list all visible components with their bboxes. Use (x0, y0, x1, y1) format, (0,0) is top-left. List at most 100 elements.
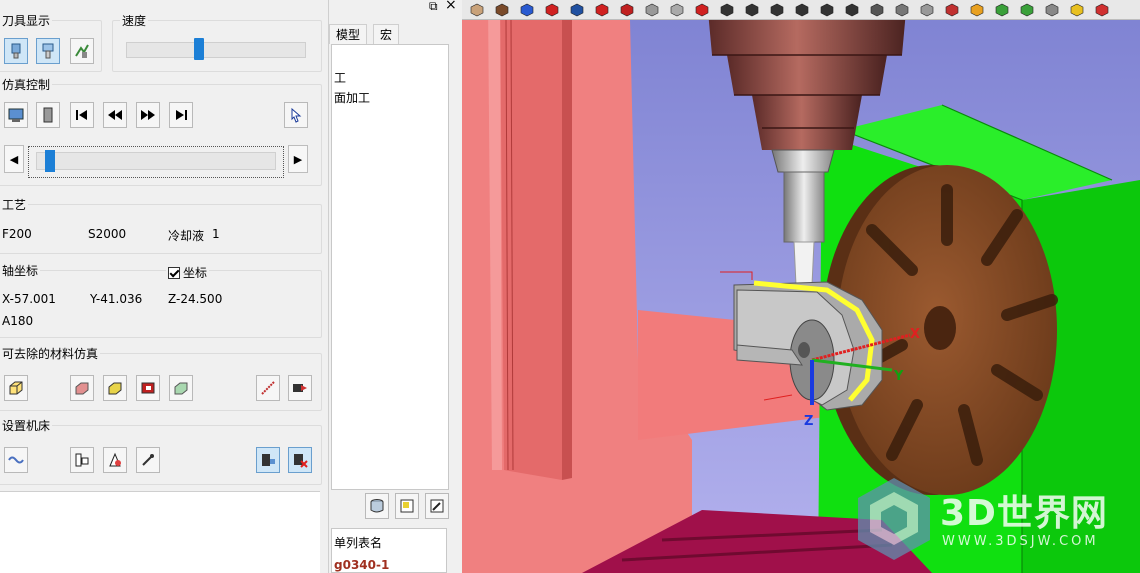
setup-icon (8, 108, 24, 122)
pin-icon[interactable]: ⧉ (429, 0, 438, 14)
tree-item[interactable]: 工 (334, 69, 346, 86)
view-curve-icon (570, 3, 584, 17)
view-back-icon (745, 3, 759, 17)
export-button[interactable] (288, 375, 312, 401)
view-stock-button[interactable] (543, 1, 561, 19)
timeline-slider-thumb[interactable] (44, 150, 55, 172)
tool-shank (783, 171, 825, 243)
step-back-button[interactable] (103, 102, 127, 128)
speed-slider-track[interactable] (126, 42, 306, 58)
stock-button[interactable] (4, 375, 28, 401)
view-wood-button[interactable] (493, 1, 511, 19)
coords-checkbox[interactable]: 坐标 (166, 264, 210, 281)
tool-path-button[interactable] (70, 38, 94, 64)
tool-holder-button[interactable] (4, 38, 28, 64)
view-front-button[interactable] (718, 1, 736, 19)
stock-transparent-button[interactable] (169, 375, 193, 401)
tab-model[interactable]: 模型 (329, 24, 368, 44)
3d-viewport[interactable]: X Y Z 3D世界网 WWW.3DSJW.COM (462, 0, 1140, 573)
mid-toolbar (331, 491, 461, 523)
y-axis-label: Y (893, 369, 904, 384)
view-wire-button[interactable] (893, 1, 911, 19)
view-cube-icon (870, 3, 884, 17)
simulation-panel: 刀具显示 速度 仿真控制 ◀ ▶ 工艺 F200 S2000 冷却液 1 轴坐标… (0, 0, 328, 573)
view-sphere-button[interactable] (943, 1, 961, 19)
kinematics-button[interactable] (4, 447, 28, 473)
view-light-button[interactable] (993, 1, 1011, 19)
view-top-button[interactable] (818, 1, 836, 19)
stock-section-button[interactable] (136, 375, 160, 401)
stock-icon (9, 381, 23, 395)
spindle-mid (727, 55, 887, 95)
list-item[interactable]: g0340-1 (334, 558, 389, 572)
view-move-button[interactable] (1018, 1, 1036, 19)
view-hidden-icon (920, 3, 934, 17)
view-top-icon (820, 3, 834, 17)
view-open-button[interactable] (468, 1, 486, 19)
view-undo-button[interactable] (618, 1, 636, 19)
tool-change-icon (109, 452, 121, 467)
view-curve-button[interactable] (568, 1, 586, 19)
timeline-right-button[interactable]: ▶ (288, 145, 308, 173)
setup-button[interactable] (4, 102, 28, 128)
view-reset-button[interactable] (668, 1, 686, 19)
view-left-button[interactable] (768, 1, 786, 19)
machine-config-button[interactable] (70, 447, 94, 473)
view-fit-button[interactable] (1043, 1, 1061, 19)
view-bottom-button[interactable] (843, 1, 861, 19)
model-tree-panel: ⧉ × 模型 宏 工 面加工 单列表名 g0340-1 (328, 0, 462, 573)
view-hidden-button[interactable] (918, 1, 936, 19)
view-2d-button[interactable] (593, 1, 611, 19)
cursor-button[interactable] (284, 102, 308, 128)
machine-setup-title: 设置机床 (0, 417, 53, 434)
go-to-end-icon (176, 110, 187, 120)
y-coord-value: Y-41.036 (90, 292, 143, 306)
stock-solid-button[interactable] (103, 375, 127, 401)
view-fit-icon (1045, 3, 1059, 17)
go-to-start-button[interactable] (70, 102, 94, 128)
step-forward-button[interactable] (136, 102, 160, 128)
image-edit-button[interactable] (395, 493, 419, 519)
tree-item[interactable]: 面加工 (334, 89, 370, 106)
view-cube-button[interactable] (868, 1, 886, 19)
view-redo-button[interactable] (643, 1, 661, 19)
tool-assembly-button[interactable] (36, 38, 60, 64)
view-highlight-button[interactable] (1068, 1, 1086, 19)
collision-button[interactable] (288, 447, 312, 473)
kinematics-icon (8, 456, 24, 464)
coords-checkbox-label: 坐标 (183, 266, 208, 280)
tool-holder-icon (11, 43, 21, 59)
timeline-left-button[interactable]: ◀ (4, 145, 24, 173)
tab-model-label: 模型 (336, 28, 361, 42)
view-right-button[interactable] (793, 1, 811, 19)
part-button[interactable] (36, 102, 60, 128)
image-export-button[interactable] (425, 493, 449, 519)
database-button[interactable] (365, 493, 389, 519)
watermark-url: WWW.3DSJW.COM (942, 534, 1099, 549)
go-to-end-button[interactable] (169, 102, 193, 128)
view-iso-button[interactable] (693, 1, 711, 19)
stock-shaded-button[interactable] (70, 375, 94, 401)
compare-icon (261, 381, 275, 395)
probe-button[interactable] (136, 447, 160, 473)
compare-button[interactable] (256, 375, 280, 401)
view-back-button[interactable] (743, 1, 761, 19)
view-rotate-button[interactable] (518, 1, 536, 19)
view-undo-icon (620, 3, 634, 17)
image-edit-icon (400, 499, 414, 513)
tool-change-button[interactable] (103, 447, 127, 473)
part-icon (43, 107, 53, 123)
a-coord-value: A180 (2, 314, 34, 328)
view-section-button[interactable] (1093, 1, 1111, 19)
view-shade-button[interactable] (968, 1, 986, 19)
machine-view-button[interactable] (256, 447, 280, 473)
view-left-icon (770, 3, 784, 17)
machine-view-icon (262, 454, 275, 466)
tab-macro[interactable]: 宏 (373, 24, 400, 44)
mid-panel-scrollbar[interactable] (449, 44, 461, 573)
program-list: 单列表名 g0340-1 (331, 528, 447, 573)
close-icon[interactable]: × (445, 0, 457, 13)
stock-solid-icon (108, 382, 122, 395)
timeline-slider-track[interactable] (36, 152, 276, 170)
speed-slider-thumb[interactable] (194, 38, 204, 60)
